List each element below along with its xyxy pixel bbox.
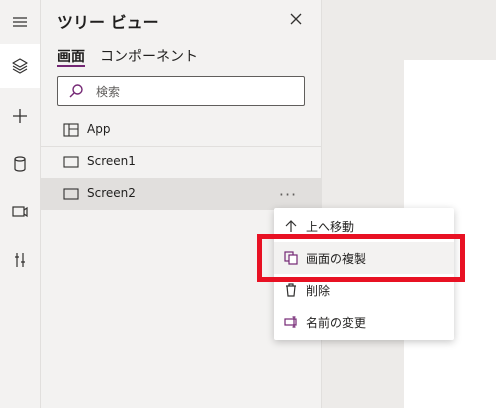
tree-item-label: App bbox=[87, 122, 111, 136]
rename-icon bbox=[284, 316, 297, 328]
tab-screens[interactable]: 画面 bbox=[57, 46, 85, 66]
tree-view-panel: ツリー ビュー 画面 コンポーネント 検索 App Screen1 Screen… bbox=[41, 0, 322, 408]
tree-item-app[interactable]: App bbox=[41, 114, 321, 146]
close-icon[interactable] bbox=[287, 10, 305, 28]
canvas-area bbox=[322, 0, 496, 408]
app-icon bbox=[63, 123, 79, 137]
menu-item-label: 名前の変更 bbox=[306, 316, 367, 330]
search-icon bbox=[69, 84, 83, 98]
database-icon bbox=[14, 156, 26, 172]
plus-icon bbox=[13, 109, 27, 123]
trash-icon bbox=[286, 283, 296, 297]
tab-components[interactable]: コンポーネント bbox=[100, 46, 198, 66]
insert-button[interactable] bbox=[0, 94, 40, 138]
screen-icon bbox=[63, 156, 79, 168]
tree-view-button[interactable] bbox=[0, 44, 40, 88]
panel-title: ツリー ビュー bbox=[57, 13, 159, 32]
tools-button[interactable] bbox=[0, 238, 40, 282]
media-button[interactable] bbox=[0, 190, 40, 234]
media-icon bbox=[12, 206, 28, 218]
layers-icon bbox=[12, 58, 28, 74]
icon-rail bbox=[0, 0, 41, 408]
tree-item-screen1[interactable]: Screen1 bbox=[41, 146, 321, 178]
tab-active-indicator bbox=[57, 65, 85, 67]
menu-item-label: 削除 bbox=[306, 284, 331, 298]
data-button[interactable] bbox=[0, 142, 40, 186]
hamburger-menu-icon bbox=[13, 17, 27, 27]
tools-icon bbox=[15, 253, 25, 267]
tree-item-screen2[interactable]: Screen2 ··· bbox=[41, 178, 321, 210]
arrow-up-icon bbox=[285, 220, 297, 232]
screen-icon bbox=[63, 188, 79, 200]
tree-item-label: Screen1 bbox=[87, 154, 136, 168]
app-window: ツリー ビュー 画面 コンポーネント 検索 App Screen1 Screen… bbox=[0, 0, 496, 408]
search-placeholder: 検索 bbox=[96, 85, 121, 99]
search-input[interactable]: 検索 bbox=[57, 76, 305, 106]
tree-item-label: Screen2 bbox=[87, 186, 136, 200]
more-options-button[interactable]: ··· bbox=[272, 182, 304, 206]
menu-item-label: 上へ移動 bbox=[306, 220, 355, 234]
highlight-annotation bbox=[257, 234, 465, 282]
menu-item-rename[interactable]: 名前の変更 bbox=[274, 306, 454, 338]
hamburger-menu-button[interactable] bbox=[0, 0, 40, 44]
